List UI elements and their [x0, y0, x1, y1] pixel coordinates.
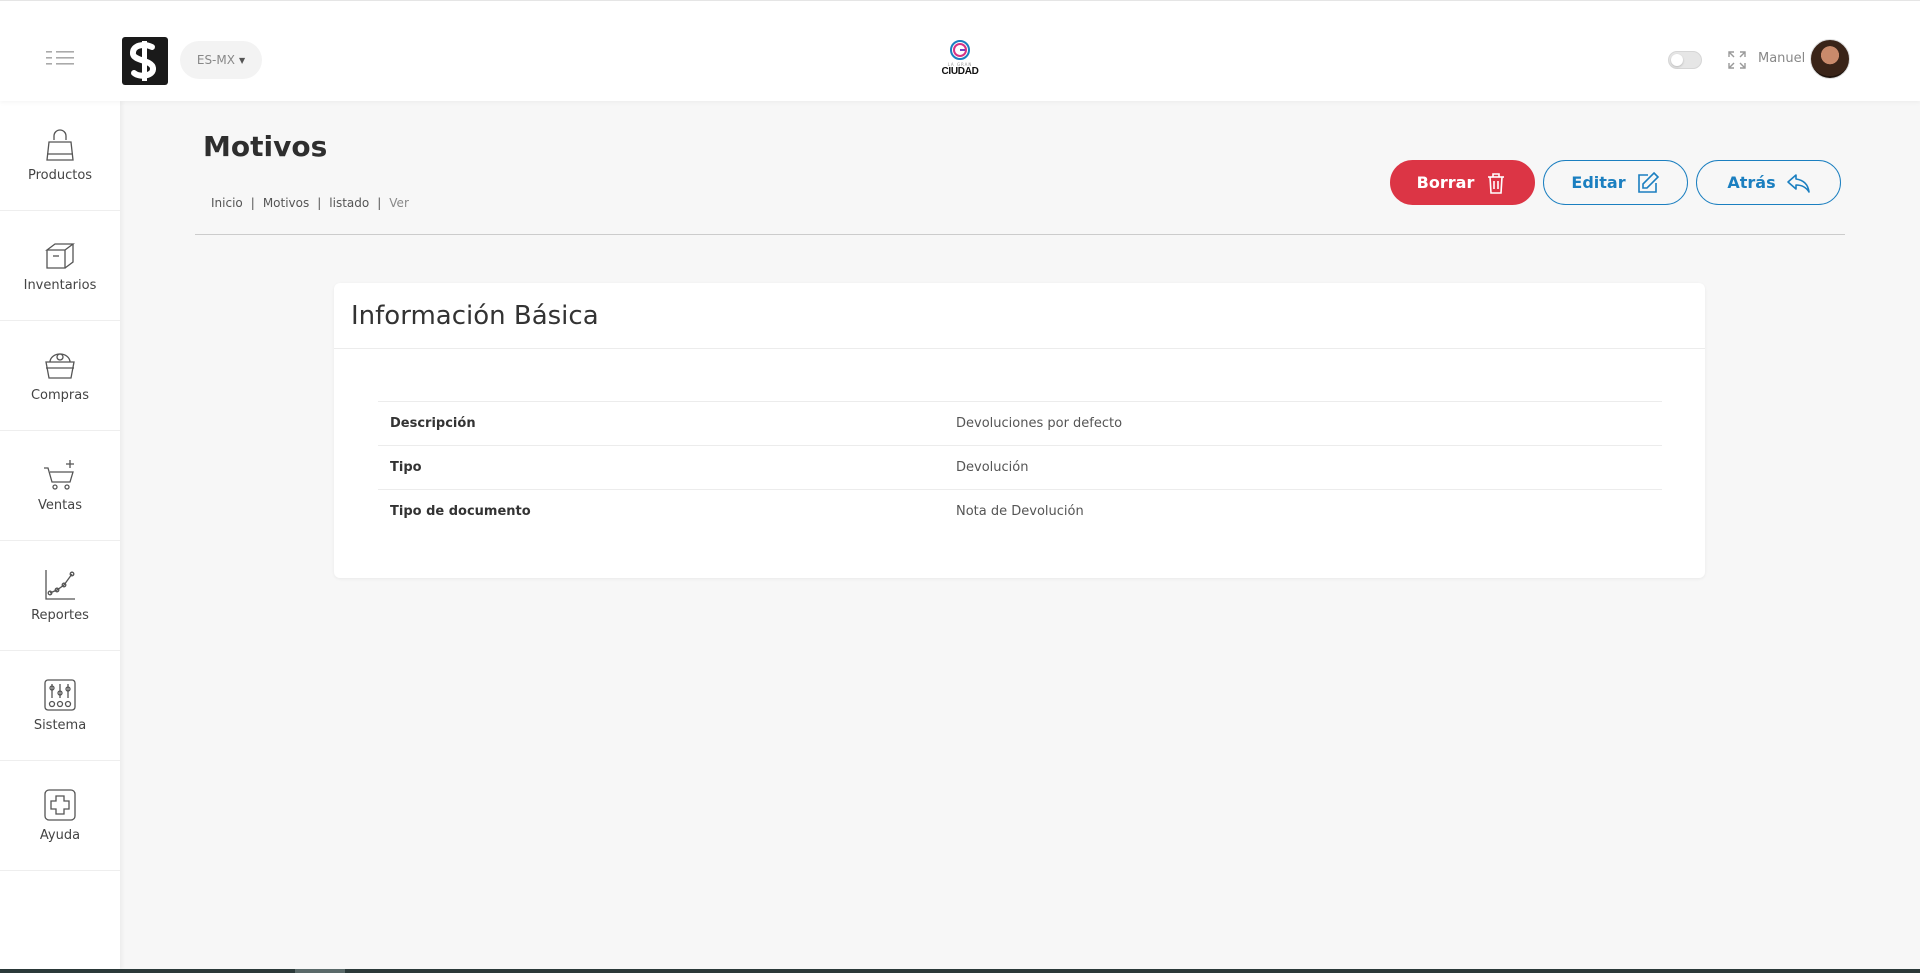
sidebar-item-reportes[interactable]: Reportes: [0, 541, 120, 651]
toggle-knob: [1671, 54, 1683, 66]
breadcrumb-current: Ver: [389, 196, 409, 210]
sidebar-item-label: Productos: [27, 168, 93, 183]
center-logo: LA GRAN CIUDAD: [936, 39, 984, 83]
sidebar: Productos Inventarios Compras Ventas Rep…: [0, 101, 120, 969]
scrollbar-thumb[interactable]: [295, 969, 345, 973]
top-header: ES-MX ▼ LA GRAN CIUDAD Manuel: [0, 0, 1920, 101]
fullscreen-icon[interactable]: [1728, 51, 1746, 69]
row-value: Nota de Devolución: [956, 489, 1662, 534]
sidebar-item-label: Ayuda: [39, 828, 81, 843]
delete-button-label: Borrar: [1416, 173, 1475, 192]
sidebar-item-label: Compras: [30, 388, 90, 403]
breadcrumb-separator: |: [317, 196, 322, 210]
chevron-down-icon: ▼: [238, 55, 246, 65]
chart-icon: [45, 570, 75, 600]
row-label: Descripción: [378, 401, 956, 446]
breadcrumb-motivos[interactable]: Motivos: [263, 196, 309, 210]
page-title: Motivos: [203, 130, 328, 163]
breadcrumb-separator: |: [377, 196, 382, 210]
breadcrumb-separator: |: [250, 196, 255, 210]
table-row: Descripción Devoluciones por defecto: [378, 401, 1662, 446]
sidebar-item-label: Ventas: [38, 498, 82, 513]
edit-button-label: Editar: [1571, 173, 1626, 192]
center-logo-big-text: CIUDAD: [941, 66, 979, 77]
menu-toggle-icon[interactable]: [46, 49, 74, 67]
horizontal-scrollbar[interactable]: [0, 969, 1920, 973]
sidebar-item-ventas[interactable]: Ventas: [0, 431, 120, 541]
delete-button[interactable]: Borrar: [1390, 160, 1535, 205]
sidebar-item-label: Inventarios: [23, 278, 97, 293]
back-button[interactable]: Atrás: [1696, 160, 1841, 205]
header-divider: [195, 234, 1845, 235]
row-label: Tipo de documento: [378, 489, 956, 534]
sidebar-item-ayuda[interactable]: Ayuda: [0, 761, 120, 871]
reply-arrow-icon: [1786, 173, 1810, 193]
avatar[interactable]: [1810, 39, 1850, 79]
theme-toggle[interactable]: [1668, 51, 1702, 69]
row-label: Tipo: [378, 445, 956, 490]
sidebar-item-label: Sistema: [33, 718, 87, 733]
edit-button[interactable]: Editar: [1543, 160, 1688, 205]
basic-info-card: Información Básica Descripción Devolucio…: [334, 283, 1705, 578]
sidebar-item-inventarios[interactable]: Inventarios: [0, 211, 120, 321]
help-plus-icon: [44, 789, 76, 821]
sidebar-item-productos[interactable]: Productos: [0, 101, 120, 211]
back-button-label: Atrás: [1727, 173, 1776, 192]
edit-icon: [1637, 171, 1659, 193]
g-logo-icon: [950, 40, 970, 60]
table-row: Tipo Devolución: [378, 445, 1662, 490]
cart-icon: [44, 460, 74, 490]
language-selector[interactable]: ES-MX ▼: [180, 41, 262, 79]
table-row: Tipo de documento Nota de Devolución: [378, 489, 1662, 534]
info-table: Descripción Devoluciones por defecto Tip…: [378, 401, 1662, 534]
settings-panel-icon: [44, 679, 76, 711]
breadcrumb: Inicio | Motivos | listado | Ver: [211, 196, 409, 210]
trash-icon: [1488, 172, 1505, 194]
user-name[interactable]: Manuel: [1758, 51, 1805, 66]
sidebar-item-label: Reportes: [31, 608, 89, 623]
brand-logo[interactable]: [122, 37, 168, 85]
row-value: Devolución: [956, 445, 1662, 490]
sidebar-item-compras[interactable]: Compras: [0, 321, 120, 431]
card-header: Información Básica: [334, 283, 1705, 349]
breadcrumb-inicio[interactable]: Inicio: [211, 196, 243, 210]
card-title: Información Básica: [351, 300, 599, 331]
sidebar-item-sistema[interactable]: Sistema: [0, 651, 120, 761]
breadcrumb-listado[interactable]: listado: [329, 196, 369, 210]
row-value: Devoluciones por defecto: [956, 401, 1662, 446]
basket-icon: [45, 353, 75, 379]
language-label: ES-MX: [196, 53, 235, 67]
box-icon: [45, 243, 75, 269]
shopping-bag-icon: [46, 129, 74, 161]
